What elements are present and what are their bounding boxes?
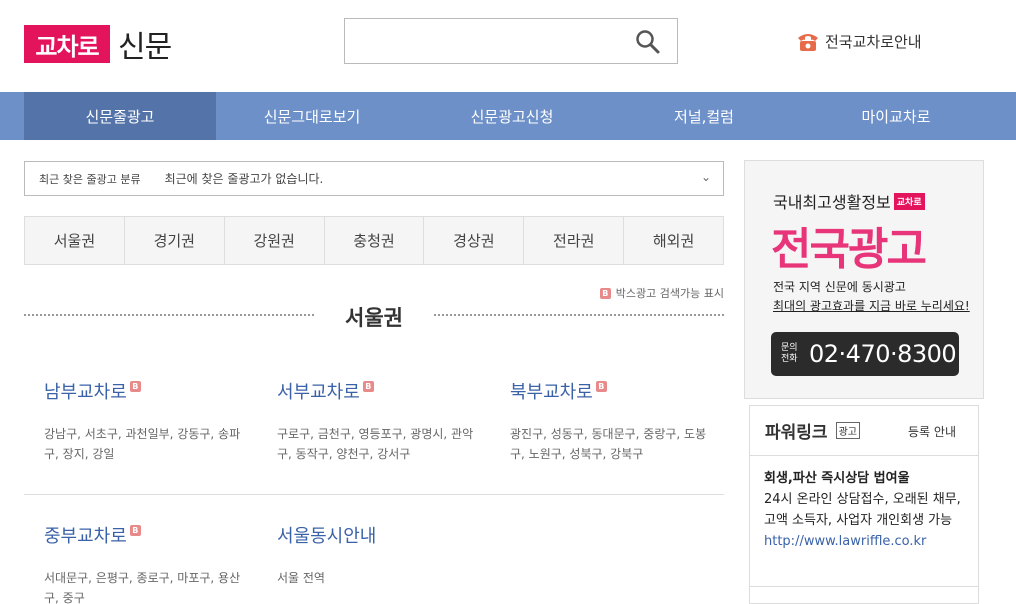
- ad-call-number: 02·470·8300: [809, 340, 957, 368]
- powerlink-desc: 24시 온라인 상담접수, 오래된 채무, 고액 소득자, 사업자 개인회생 가…: [764, 492, 961, 528]
- branch-card: 중부교차로 B 서대문구, 은평구, 종로구, 마포구, 용산구, 중구: [44, 522, 254, 604]
- nav-item-journal-column[interactable]: 저널,컬럼: [616, 92, 792, 140]
- branch-areas: 구로구, 금천구, 영등포구, 광명시, 관악구, 동작구, 양천구, 강서구: [277, 427, 474, 461]
- powerlink-item[interactable]: 회생,파산 즉시상담 법여울 24시 온라인 상담접수, 오래된 채무, 고액 …: [750, 456, 978, 564]
- branch-name: 중부교차로: [44, 526, 127, 547]
- nav-item-ad-request[interactable]: 신문광고신청: [408, 92, 616, 140]
- nationwide-guide-link[interactable]: 전국교차로안내: [796, 30, 922, 52]
- branch-areas: 광진구, 성동구, 동대문구, 중랑구, 도봉구, 노원구, 성북구, 강북구: [510, 427, 707, 461]
- region-tab-jeolla[interactable]: 전라권: [524, 217, 625, 264]
- branch-link[interactable]: 서울동시안내: [277, 522, 487, 548]
- logo-mark: 교차로: [24, 25, 110, 63]
- branch-name: 서부교차로: [277, 382, 360, 403]
- search-input[interactable]: [345, 19, 625, 63]
- box-ad-legend-text: 박스광고 검색가능 표시: [615, 287, 724, 300]
- logo-text: 신문: [118, 30, 172, 65]
- branch-link[interactable]: 서부교차로 B: [277, 378, 487, 404]
- branch-name: 남부교차로: [44, 382, 127, 403]
- ad-top-text: 국내최고생활정보: [773, 193, 891, 212]
- branch-name: 서울동시안내: [277, 526, 377, 547]
- ad-call-label: 문의전화: [781, 343, 798, 364]
- nav-item-line-ads[interactable]: 신문줄광고: [24, 92, 216, 140]
- box-ad-badge-icon: B: [599, 287, 611, 299]
- branch-areas: 서대문구, 은평구, 종로구, 마포구, 용산구, 중구: [44, 571, 241, 604]
- main-nav: 신문줄광고 신문그대로보기 신문광고신청 저널,컬럼 마이교차로: [0, 92, 1016, 140]
- region-tab-seoul[interactable]: 서울권: [25, 217, 125, 264]
- header: 교차로 신문 전국교차로안내: [0, 0, 1016, 92]
- chevron-down-icon[interactable]: ⌄: [701, 170, 711, 184]
- branch-card: 서울동시안내 서울 전역: [277, 522, 487, 588]
- search-box[interactable]: [344, 18, 678, 64]
- search-icon[interactable]: [635, 29, 661, 55]
- nationwide-ad-banner[interactable]: 국내최고생활정보 교차로 전국광고 전국 지역 신문에 동시광고 최대의 광고효…: [744, 160, 984, 399]
- section-header: 서울권: [24, 302, 724, 332]
- box-ad-legend: B 박스광고 검색가능 표시: [599, 285, 724, 301]
- nav-item-newspaper-view[interactable]: 신문그대로보기: [216, 92, 408, 140]
- region-tab-gyeonggi[interactable]: 경기권: [125, 217, 225, 264]
- ad-mini-logo: 교차로: [893, 192, 925, 210]
- guide-label: 전국교차로안내: [825, 32, 922, 51]
- ad-headline: 전국광고: [771, 224, 927, 275]
- box-ad-badge-icon: B: [595, 381, 607, 392]
- branch-card: 서부교차로 B 구로구, 금천구, 영등포구, 광명시, 관악구, 동작구, 양…: [277, 378, 487, 464]
- ad-line2: 최대의 광고효과를 지금 바로 누리세요!: [773, 299, 970, 313]
- region-tab-chungcheong[interactable]: 충청권: [325, 217, 425, 264]
- region-tab-gyeongsang[interactable]: 경상권: [424, 217, 525, 264]
- ad-call-button[interactable]: 문의전화 02·470·8300: [771, 332, 959, 376]
- powerlink-headline[interactable]: 회생,파산 즉시상담 법여울: [764, 468, 964, 489]
- region-tab-gangwon[interactable]: 강원권: [225, 217, 325, 264]
- branch-card: 북부교차로 B 광진구, 성동구, 동대문구, 중랑구, 도봉구, 노원구, 성…: [510, 378, 720, 464]
- box-ad-badge-icon: B: [362, 381, 374, 392]
- box-ad-badge-icon: B: [129, 381, 141, 392]
- powerlink-register-link[interactable]: 등록 안내: [908, 423, 956, 440]
- branch-card: 남부교차로 B 강남구, 서초구, 과천일부, 강동구, 송파구, 장지, 강일: [44, 378, 254, 464]
- box-ad-badge-icon: B: [129, 525, 141, 536]
- powerlink-divider: [750, 586, 978, 587]
- powerlink-url[interactable]: http://www.lawriffle.co.kr: [764, 531, 964, 552]
- dotted-divider: [434, 314, 724, 316]
- section-title: 서울권: [345, 306, 403, 330]
- powerlink-title: 파워링크: [765, 423, 828, 443]
- recent-ads-dropdown[interactable]: 최근 찾은 줄광고 분류 최근에 찾은 줄광고가 없습니다. ⌄: [24, 161, 724, 196]
- branch-areas: 서울 전역: [277, 571, 325, 585]
- powerlink-panel: 파워링크 광고 등록 안내 회생,파산 즉시상담 법여울 24시 온라인 상담접…: [749, 405, 979, 604]
- branch-areas: 강남구, 서초구, 과천일부, 강동구, 송파구, 장지, 강일: [44, 427, 241, 461]
- ad-line1: 전국 지역 신문에 동시광고: [773, 280, 906, 294]
- ad-top: 국내최고생활정보 교차로: [773, 189, 925, 213]
- branch-link[interactable]: 북부교차로 B: [510, 378, 720, 404]
- ad-tag: 광고: [835, 422, 860, 439]
- phone-icon: [798, 34, 818, 51]
- site-logo[interactable]: 교차로 신문: [24, 22, 172, 66]
- recent-label: 최근 찾은 줄광고 분류: [39, 172, 141, 186]
- branch-link[interactable]: 중부교차로 B: [44, 522, 254, 548]
- recent-text: 최근에 찾은 줄광고가 없습니다.: [164, 172, 324, 186]
- branch-link[interactable]: 남부교차로 B: [44, 378, 254, 404]
- region-tabs: 서울권 경기권 강원권 충청권 경상권 전라권 해외권: [24, 216, 724, 265]
- region-tab-overseas[interactable]: 해외권: [624, 217, 723, 264]
- row-divider: [24, 494, 724, 495]
- branch-name: 북부교차로: [510, 382, 593, 403]
- powerlink-header: 파워링크 광고 등록 안내: [750, 406, 978, 456]
- nav-item-my-gyocharo[interactable]: 마이교차로: [792, 92, 1000, 140]
